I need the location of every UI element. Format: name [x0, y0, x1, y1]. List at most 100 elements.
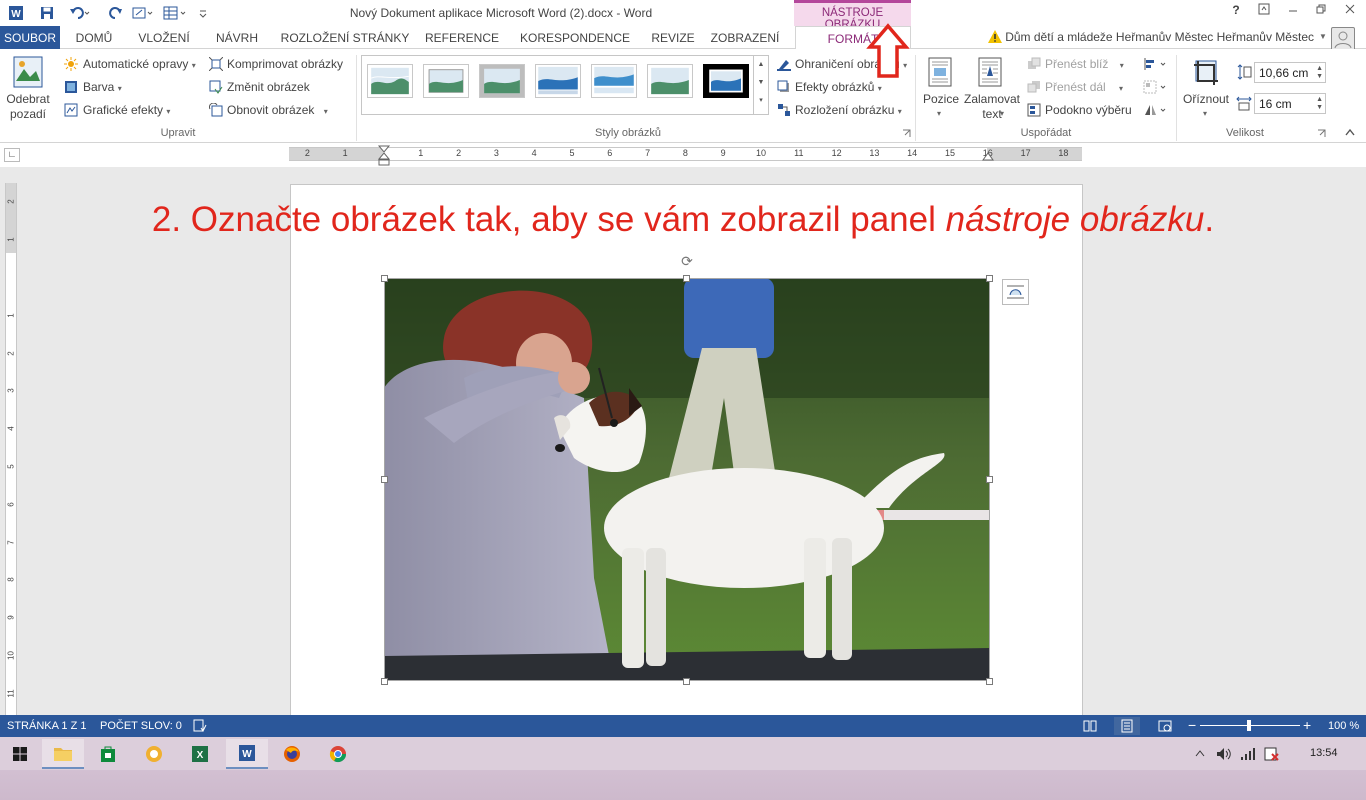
proofing-icon[interactable]	[193, 719, 207, 733]
resize-handle-ne[interactable]	[986, 275, 993, 282]
word-count[interactable]: POČET SLOV: 0	[100, 720, 182, 732]
resize-handle-sw[interactable]	[381, 678, 388, 685]
compress-pictures-button[interactable]: Komprimovat obrázky	[227, 57, 343, 71]
picture-style-3[interactable]	[479, 64, 525, 98]
spin-down-icon[interactable]: ▼	[1316, 73, 1323, 81]
resize-handle-w[interactable]	[381, 476, 388, 483]
picture-style-5[interactable]	[591, 64, 637, 98]
page-count[interactable]: STRÁNKA 1 Z 1	[7, 720, 86, 732]
tab-home[interactable]: DOMŮ	[62, 26, 126, 49]
taskbar-file-explorer[interactable]	[42, 739, 84, 769]
help-button[interactable]: ?	[1225, 3, 1247, 21]
action-center-icon[interactable]	[1264, 747, 1280, 761]
avatar[interactable]	[1331, 27, 1355, 51]
taskbar-store[interactable]	[88, 739, 128, 769]
tab-file[interactable]: SOUBOR	[0, 26, 60, 49]
change-picture-button[interactable]: Změnit obrázek	[227, 80, 310, 94]
tab-selector-icon[interactable]: ∟	[4, 148, 20, 162]
tab-insert[interactable]: VLOŽENÍ	[128, 26, 200, 49]
taskbar-chrome[interactable]	[318, 739, 358, 769]
word-app-icon[interactable]: W	[6, 3, 26, 23]
crop-button[interactable]: Oříznout	[1180, 92, 1232, 106]
picture-style-6[interactable]	[647, 64, 693, 98]
rotate-objects-icon[interactable]	[1143, 103, 1169, 117]
print-layout-icon[interactable]	[1114, 717, 1140, 735]
tab-references[interactable]: REFERENCE	[420, 26, 504, 49]
tab-review[interactable]: REVIZE	[642, 26, 704, 49]
picture-style-4[interactable]	[535, 64, 581, 98]
collapse-ribbon-icon[interactable]	[1344, 127, 1356, 137]
spin-up-icon[interactable]: ▲	[1316, 65, 1323, 73]
restore-icon[interactable]	[1310, 3, 1332, 21]
taskbar-app[interactable]	[134, 739, 174, 769]
send-backward-button[interactable]: Přenést dál ▾	[1045, 80, 1123, 94]
minimize-icon[interactable]	[1282, 3, 1304, 21]
spin-down-icon[interactable]: ▼	[1316, 104, 1323, 112]
web-layout-icon[interactable]	[1158, 719, 1172, 733]
position-button[interactable]: Pozice	[922, 92, 960, 106]
user-account-name[interactable]: Dům dětí a mládeže Heřmanův Městec Heřma…	[1005, 30, 1314, 44]
zoom-in-button[interactable]: +	[1303, 717, 1311, 733]
horizontal-ruler[interactable]: 21123456789101112131415161718	[289, 147, 1082, 161]
dialog-launcher-icon[interactable]	[1317, 129, 1326, 138]
gallery-up-icon[interactable]: ▲	[754, 56, 768, 74]
close-icon[interactable]	[1339, 3, 1361, 21]
position-icon[interactable]	[927, 57, 953, 87]
picture-style-2[interactable]	[423, 64, 469, 98]
picture-style-1[interactable]	[367, 64, 413, 98]
tray-expand-icon[interactable]	[1195, 749, 1205, 757]
account-dropdown-icon[interactable]: ▼	[1319, 32, 1327, 41]
corrections-button[interactable]: Automatické opravy ▾	[83, 57, 196, 71]
picture-effects-button[interactable]: Efekty obrázků ▾	[795, 80, 882, 94]
picture-layout-button[interactable]: Rozložení obrázku ▾	[795, 103, 902, 117]
picture-style-7[interactable]	[703, 64, 749, 98]
warning-icon[interactable]	[987, 29, 1003, 45]
tab-mailings[interactable]: KORESPONDENCE	[510, 26, 640, 49]
rotate-handle-icon[interactable]: ⟳	[679, 253, 695, 269]
group-objects-icon[interactable]	[1143, 80, 1169, 94]
remove-background-icon[interactable]	[8, 55, 48, 91]
height-field[interactable]: 10,66 cm ▲ ▼	[1254, 62, 1326, 83]
tab-page-layout[interactable]: ROZLOŽENÍ STRÁNKY	[274, 26, 416, 49]
save-icon[interactable]	[37, 3, 57, 23]
taskbar-word[interactable]: W	[226, 739, 268, 769]
wrap-text-button[interactable]: Zalamovat text	[962, 92, 1022, 122]
selection-frame[interactable]	[384, 278, 990, 681]
dialog-launcher-icon[interactable]	[902, 129, 911, 138]
network-icon[interactable]	[1240, 747, 1256, 761]
right-indent-icon[interactable]	[982, 151, 994, 161]
resize-handle-e[interactable]	[986, 476, 993, 483]
clock[interactable]: 13:54	[1310, 747, 1338, 759]
zoom-slider-thumb[interactable]	[1247, 720, 1251, 731]
volume-icon[interactable]	[1216, 747, 1232, 761]
zoom-out-button[interactable]: −	[1188, 717, 1196, 733]
color-button[interactable]: Barva ▾	[83, 80, 122, 94]
layout-options-icon[interactable]	[1002, 279, 1029, 305]
wrap-text-icon[interactable]	[977, 57, 1003, 87]
table-icon[interactable]	[160, 3, 190, 23]
resize-handle-se[interactable]	[986, 678, 993, 685]
align-icon[interactable]	[1143, 57, 1169, 71]
crop-icon[interactable]	[1190, 57, 1222, 89]
reset-picture-button[interactable]: Obnovit obrázek ▾	[227, 103, 328, 117]
vertical-ruler[interactable]: 2 1 1 2 3 4 5 6 7 8 9 10 11	[5, 183, 17, 715]
start-button[interactable]	[0, 739, 40, 769]
tab-design[interactable]: NÁVRH	[204, 26, 270, 49]
customize-toolbar-icon[interactable]	[196, 3, 210, 23]
artistic-effects-button[interactable]: Grafické efekty ▾	[83, 103, 170, 117]
ribbon-display-options-icon[interactable]	[1253, 3, 1275, 21]
spin-up-icon[interactable]: ▲	[1316, 96, 1323, 104]
resize-handle-n[interactable]	[683, 275, 690, 282]
remove-background-button[interactable]: Odebrat pozadí	[5, 92, 51, 122]
read-mode-icon[interactable]	[1083, 719, 1097, 733]
quick-action-icon[interactable]	[129, 3, 157, 23]
gallery-down-icon[interactable]: ▼	[754, 74, 768, 92]
gallery-scroll[interactable]: ▲ ▼ ▾	[753, 56, 768, 114]
gallery-more-icon[interactable]: ▾	[754, 92, 768, 110]
undo-icon[interactable]	[66, 3, 94, 23]
tab-view[interactable]: ZOBRAZENÍ	[706, 26, 784, 49]
width-field[interactable]: 16 cm ▲ ▼	[1254, 93, 1326, 114]
resize-handle-s[interactable]	[683, 678, 690, 685]
redo-icon[interactable]	[106, 3, 126, 23]
indent-markers-icon[interactable]	[377, 145, 391, 167]
